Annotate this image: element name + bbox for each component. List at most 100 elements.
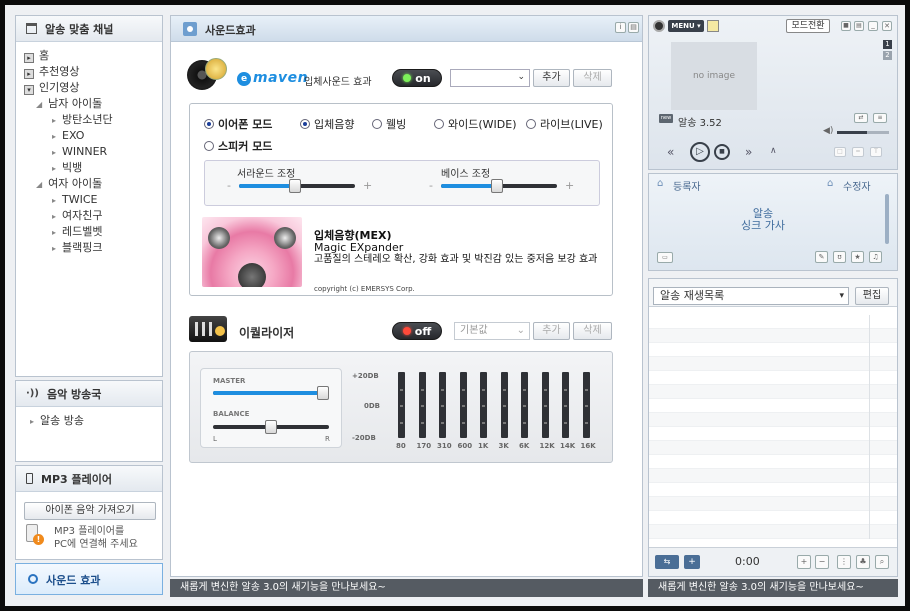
eq-band-slider[interactable] (541, 372, 549, 438)
timing-icon[interactable]: ʊ (833, 251, 846, 263)
list-item[interactable] (649, 413, 897, 427)
sidebar-item-gfriend[interactable]: ▸ 여자친구 (24, 208, 162, 224)
mode-live[interactable]: 라이브(LIVE) (526, 116, 603, 132)
remove-icon[interactable]: − (815, 555, 829, 569)
star-icon[interactable]: ★ (851, 251, 864, 263)
search-icon[interactable]: ⌕ (875, 555, 889, 569)
mode-wide[interactable]: 와이드(WIDE) (434, 116, 516, 132)
maven-add-button[interactable]: 추가 (533, 69, 570, 87)
maven-toggle[interactable]: on (392, 69, 442, 87)
pin-icon[interactable]: ▤ (854, 21, 864, 31)
master-slider[interactable] (213, 386, 329, 400)
mode-speaker[interactable]: 스피커 모드 (204, 138, 272, 154)
skin-icon[interactable] (707, 20, 719, 32)
list-item[interactable] (649, 357, 897, 371)
list-item[interactable] (649, 315, 897, 329)
sort-icon[interactable]: ♣ (856, 555, 870, 569)
mode-wellbeing[interactable]: 웰빙 (372, 116, 406, 132)
master-thumb[interactable] (317, 386, 329, 400)
page-two-icon[interactable]: 2 (883, 51, 892, 60)
list-item[interactable] (649, 343, 897, 357)
maven-preset-select[interactable]: ⌄ (450, 69, 530, 87)
import-iphone-button[interactable]: 아이폰 음악 가져오기 (24, 502, 156, 520)
eq-band-slider[interactable] (480, 372, 487, 438)
sound-effect-nav[interactable]: 사운드 효과 (15, 563, 163, 595)
sidebar-group-male[interactable]: ◢ 남자 아이돌 (24, 96, 162, 112)
surround-slider[interactable] (239, 179, 355, 193)
repeat-icon[interactable]: ⇄ (854, 113, 868, 123)
mode-earphone[interactable]: 이어폰 모드 (204, 116, 272, 132)
sidebar-item-bts[interactable]: ▸ 방탄소년단 (24, 112, 162, 128)
eq-band-slider[interactable] (398, 372, 405, 438)
eq-delete-button[interactable]: 삭제 (573, 322, 612, 340)
surround-thumb[interactable] (289, 179, 301, 193)
balance-slider[interactable] (213, 420, 329, 434)
play-icon[interactable]: ▷ (690, 142, 710, 162)
add-icon[interactable]: + (797, 555, 811, 569)
grid-icon[interactable]: ⋮ (837, 555, 851, 569)
list-item[interactable] (649, 441, 897, 455)
eq-band-slider[interactable] (418, 372, 426, 438)
balance-thumb[interactable] (265, 420, 277, 434)
mode-stereo[interactable]: 입체음향 (300, 116, 354, 132)
previous-icon[interactable]: « (667, 145, 674, 159)
minimize-icon[interactable]: _ (868, 21, 878, 31)
sidebar-item-exo[interactable]: ▸ EXO (24, 128, 162, 144)
mode-switch-button[interactable]: 모드전환 (786, 19, 830, 33)
list-item[interactable] (649, 427, 897, 441)
eq-band-slider[interactable] (439, 372, 446, 438)
eq-band-slider[interactable] (521, 372, 528, 438)
sidebar-item-blackpink[interactable]: ▸ 블랙핑크 (24, 240, 162, 256)
next-icon[interactable]: » (745, 145, 752, 159)
shuffle-icon[interactable]: □ (834, 147, 846, 157)
close-icon[interactable]: ✕ (882, 21, 892, 31)
radio-item-alsong[interactable]: ▸ 알송 방송 (30, 413, 162, 429)
sidebar-item-recommended[interactable]: ▸ 추천영상 (24, 64, 162, 80)
eq-band-slider[interactable] (500, 372, 508, 438)
bass-thumb[interactable] (491, 179, 503, 193)
stop-icon[interactable]: ■ (714, 144, 730, 160)
lyrics-toggle-icon[interactable]: = (852, 147, 864, 157)
page-one-icon[interactable]: 1 (883, 40, 892, 49)
playlist-select[interactable]: 알송 재생목록 ▾ (653, 287, 849, 305)
list-item[interactable] (649, 455, 897, 469)
edit-icon[interactable]: ✎ (815, 251, 828, 263)
main-status-bar[interactable]: 새롭게 변신한 알송 3.0의 새기능을 만나보세요~ (170, 579, 643, 597)
equalizer-toggle-icon[interactable]: ≡ (873, 113, 887, 123)
sidebar-item-winner[interactable]: ▸ WINNER (24, 144, 162, 160)
sidebar-item-bigbang[interactable]: ▸ 빅뱅 (24, 160, 162, 176)
text-icon[interactable]: T (870, 147, 882, 157)
list-item[interactable] (649, 511, 897, 525)
sidebar-item-home[interactable]: ▸ 홈 (24, 48, 162, 64)
list-item[interactable] (649, 371, 897, 385)
list-item[interactable] (649, 525, 897, 539)
eq-add-button[interactable]: 추가 (533, 322, 570, 340)
eq-preset-select[interactable]: 기본값 ⌄ (454, 322, 530, 340)
keyboard-icon[interactable]: ▭ (657, 252, 673, 263)
maven-delete-button[interactable]: 삭제 (573, 69, 612, 87)
bass-slider[interactable] (441, 179, 557, 193)
list-item[interactable] (649, 497, 897, 511)
menu-button[interactable]: MENU ▾ (668, 20, 704, 32)
info-icon[interactable]: i (615, 22, 626, 33)
list-item[interactable] (649, 329, 897, 343)
bell-icon[interactable]: ♫ (869, 251, 882, 263)
eq-toggle[interactable]: off (392, 322, 442, 340)
list-item[interactable] (649, 483, 897, 497)
add-file-icon[interactable]: + (684, 555, 700, 569)
sidebar-item-redvelvet[interactable]: ▸ 레드벨벳 (24, 224, 162, 240)
volume-slider[interactable] (837, 131, 889, 134)
sidebar-group-female[interactable]: ◢ 여자 아이돌 (24, 176, 162, 192)
playlist-edit-button[interactable]: 편집 (855, 287, 889, 305)
list-item[interactable] (649, 399, 897, 413)
lyrics-scrollbar[interactable] (885, 194, 889, 244)
usb-icon[interactable]: ⇆ (655, 555, 679, 569)
layout-icon[interactable]: ▤ (628, 22, 639, 33)
eq-band-slider[interactable] (582, 372, 590, 438)
player-status-bar[interactable]: 새롭게 변신한 알송 3.0의 새기능을 만나보세요~ (648, 579, 898, 597)
sidebar-item-twice[interactable]: ▸ TWICE (24, 192, 162, 208)
eq-band-slider[interactable] (459, 372, 467, 438)
playlist-list[interactable] (649, 315, 897, 545)
eject-icon[interactable]: ∧ (770, 146, 777, 156)
sidebar-item-popular[interactable]: ▾ 인기영상 (24, 80, 162, 96)
